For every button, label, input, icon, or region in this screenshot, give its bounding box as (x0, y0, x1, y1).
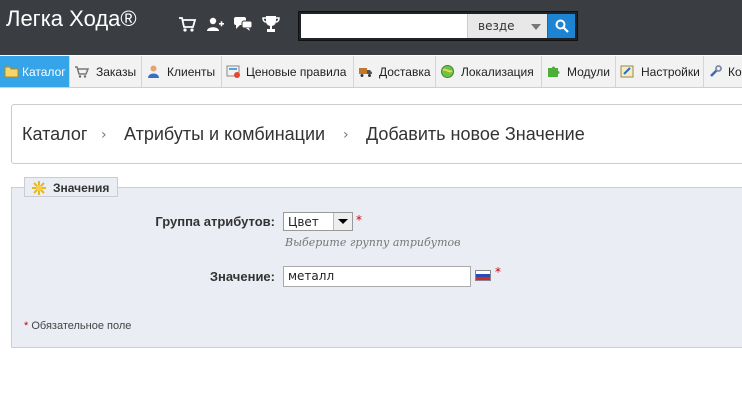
tab-orders[interactable]: Заказы (70, 56, 142, 87)
breadcrumb-separator: › (101, 127, 107, 143)
truck-icon (359, 68, 372, 77)
chevron-down-icon (333, 213, 352, 230)
tab-price-rules[interactable]: Ценовые правила (222, 56, 354, 87)
cart-icon (75, 66, 89, 78)
value-label: Значение: (209, 269, 275, 284)
puzzle-icon (548, 66, 560, 77)
tab-label: Настройки (641, 65, 700, 79)
star-icon (32, 181, 46, 195)
trophy-icon[interactable] (261, 14, 281, 34)
search-scope-value: везде (478, 19, 515, 33)
tab-label: Доставка (379, 65, 431, 79)
tab-catalog[interactable]: Каталог (0, 56, 70, 87)
tab-shipping[interactable]: Доставка (354, 56, 436, 87)
search-scope-select[interactable]: везде (467, 14, 547, 38)
breadcrumb-item[interactable]: Атрибуты и комбинации (124, 124, 325, 145)
main-nav: Каталог Заказы Клиенты Ценовые правила Д… (0, 56, 742, 88)
chevron-down-icon (531, 24, 541, 30)
tab-label: Ценовые правила (246, 65, 347, 79)
tab-label: Каталог (22, 65, 66, 79)
search-icon (555, 19, 569, 33)
attribute-group-select[interactable]: Цвет (283, 212, 353, 231)
cart-icon[interactable] (177, 14, 197, 34)
tab-localization[interactable]: Локализация (436, 56, 542, 87)
tab-customers[interactable]: Клиенты (142, 56, 222, 87)
attribute-group-value: Цвет (288, 215, 319, 229)
required-marker: * (24, 320, 29, 332)
breadcrumb-separator: › (343, 127, 349, 143)
language-flag-icon[interactable] (475, 270, 491, 281)
tab-label: Ко (728, 65, 742, 79)
value-input[interactable]: металл (283, 266, 471, 287)
search-button[interactable] (547, 14, 575, 38)
tab-modules[interactable]: Модули (542, 56, 616, 87)
fieldset-legend: Значения (24, 177, 119, 197)
tab-label: Локализация (461, 65, 534, 79)
chat-icon[interactable] (233, 14, 253, 34)
page-title: Добавить новое Значение (366, 124, 585, 144)
tab-label: Модули (567, 65, 610, 79)
tab-more[interactable]: Ко (704, 56, 742, 87)
wrench-icon (710, 65, 722, 77)
attribute-group-hint: Выберите группу атрибутов (285, 236, 461, 249)
tab-label: Клиенты (167, 65, 216, 79)
settings-icon (620, 65, 634, 78)
user-icon (148, 65, 159, 78)
globe-icon (441, 65, 454, 78)
legend-label: Значения (53, 181, 110, 195)
search-input[interactable] (301, 14, 467, 38)
breadcrumb-item[interactable]: Каталог (22, 124, 87, 145)
required-marker: * (495, 265, 501, 279)
required-marker: * (356, 213, 362, 227)
required-note-text: Обязательное поле (31, 320, 132, 332)
user-add-icon[interactable] (205, 14, 225, 34)
required-note: * Обязательное поле (24, 320, 131, 332)
tab-settings[interactable]: Настройки (616, 56, 704, 87)
folder-icon (4, 66, 19, 78)
tab-label: Заказы (96, 65, 137, 79)
price-icon (226, 65, 240, 78)
brand-logo[interactable]: Легка Хода® (6, 6, 137, 32)
attribute-group-label: Группа атрибутов: (155, 214, 275, 229)
